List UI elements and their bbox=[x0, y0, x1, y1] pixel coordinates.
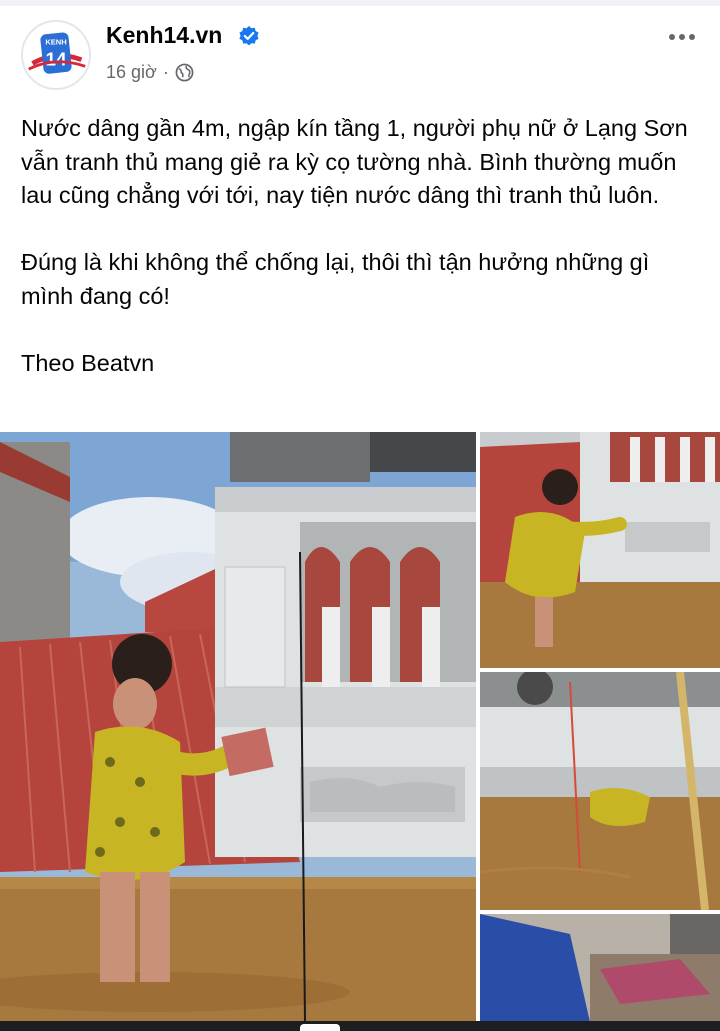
post-header: KENH 14 Kenh14.vn 16 giờ · bbox=[0, 8, 720, 98]
system-nav-bar bbox=[0, 1021, 720, 1031]
photo-3[interactable] bbox=[480, 672, 720, 910]
logo-number: 14 bbox=[46, 48, 67, 69]
more-options-icon bbox=[669, 34, 675, 40]
photo-grid bbox=[0, 432, 720, 1022]
post-paragraph-1: Nước dâng gần 4m, ngập kín tầng 1, người… bbox=[21, 115, 688, 208]
page-name-link[interactable]: Kenh14.vn bbox=[106, 22, 222, 49]
post-paragraph-2: Đúng là khi không thể chống lại, thôi th… bbox=[21, 249, 650, 309]
post-timestamp[interactable]: 16 giờ bbox=[106, 62, 157, 83]
globe-icon[interactable] bbox=[175, 63, 194, 82]
photo-main[interactable] bbox=[0, 432, 476, 1022]
photo-3-image bbox=[480, 672, 720, 910]
more-options-button[interactable] bbox=[662, 24, 702, 50]
post-source: Theo Beatvn bbox=[21, 349, 155, 376]
page-avatar[interactable]: KENH 14 bbox=[21, 20, 91, 90]
nav-handle bbox=[300, 1024, 340, 1031]
photo-main-image bbox=[0, 432, 476, 1022]
photo-2[interactable] bbox=[480, 432, 720, 668]
verified-badge-icon bbox=[239, 26, 259, 46]
photo-4-image bbox=[480, 914, 720, 1022]
kenh14-logo-icon: KENH 14 bbox=[23, 22, 89, 88]
top-divider bbox=[0, 0, 720, 6]
logo-text: KENH bbox=[45, 38, 66, 47]
photo-4[interactable] bbox=[480, 914, 720, 1022]
post-body: Nước dâng gần 4m, ngập kín tầng 1, người… bbox=[21, 112, 701, 380]
meta-separator: · bbox=[162, 62, 169, 82]
post-meta: 16 giờ · bbox=[106, 62, 194, 83]
photo-2-image bbox=[480, 432, 720, 668]
